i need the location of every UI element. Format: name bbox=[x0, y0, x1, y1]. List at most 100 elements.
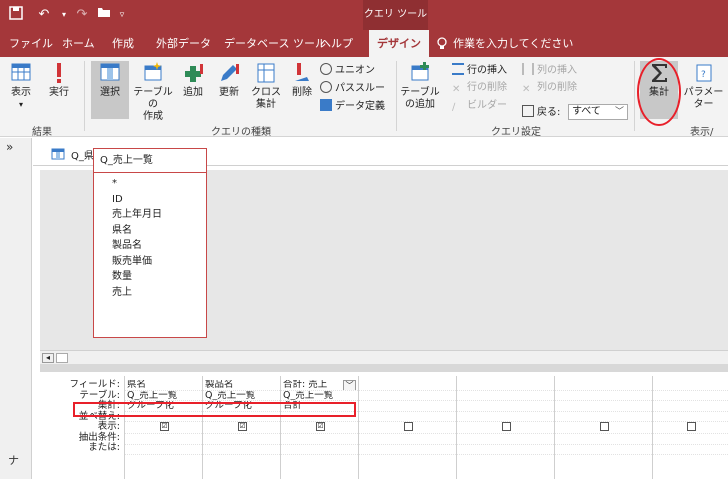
undo-icon[interactable]: ↶ bbox=[36, 6, 52, 24]
nav-expand-chevron[interactable]: » bbox=[6, 140, 13, 154]
parameters-button[interactable]: ? パラメーター bbox=[679, 61, 728, 119]
show-checkbox[interactable] bbox=[502, 422, 511, 431]
tab-design[interactable]: デザイン bbox=[369, 30, 429, 57]
field-item[interactable]: * bbox=[94, 176, 206, 192]
field-cell[interactable] bbox=[653, 380, 728, 391]
show-cell[interactable]: ☑ bbox=[125, 422, 202, 434]
table-cell[interactable]: Q_売上一覧 bbox=[125, 391, 202, 401]
tell-me-input[interactable]: 作業を入力してください bbox=[453, 30, 573, 57]
tab-external-data[interactable]: 外部データ bbox=[156, 30, 211, 57]
show-cell[interactable]: ☑ bbox=[203, 422, 280, 434]
tab-file[interactable]: ファイル bbox=[9, 30, 53, 57]
total-cell[interactable] bbox=[359, 401, 456, 412]
delete-rows-button[interactable]: ✕ 行の削除 bbox=[452, 81, 507, 95]
grid-column[interactable] bbox=[456, 376, 554, 479]
grid-column[interactable]: 製品名 Q_売上一覧 グループ化 ☑ bbox=[202, 376, 280, 479]
show-checkbox[interactable] bbox=[600, 422, 609, 431]
criteria-cell[interactable] bbox=[125, 434, 202, 445]
or-cell[interactable] bbox=[457, 445, 554, 455]
criteria-cell[interactable] bbox=[359, 434, 456, 445]
or-cell[interactable] bbox=[125, 445, 202, 455]
table-cell[interactable] bbox=[457, 391, 554, 401]
chevron-down-icon[interactable]: ﹀ bbox=[343, 380, 356, 390]
tab-help[interactable]: ヘルプ bbox=[320, 30, 353, 57]
tab-database-tools[interactable]: データベース ツール bbox=[224, 30, 326, 57]
field-item[interactable]: 販売単価 bbox=[94, 254, 206, 270]
customize-qat-icon[interactable]: ▿ bbox=[116, 6, 128, 24]
undo-dropdown-icon[interactable]: ▾ bbox=[58, 6, 70, 24]
table-cell[interactable]: Q_売上一覧 bbox=[203, 391, 280, 401]
open-folder-icon[interactable] bbox=[96, 6, 112, 24]
pane-splitter[interactable] bbox=[40, 364, 728, 372]
sort-cell[interactable] bbox=[359, 412, 456, 422]
field-cell[interactable] bbox=[555, 380, 652, 391]
total-cell[interactable] bbox=[457, 401, 554, 412]
sort-cell[interactable] bbox=[653, 412, 728, 422]
append-button[interactable]: 追加 bbox=[176, 61, 210, 119]
show-cell[interactable] bbox=[653, 422, 728, 434]
tab-create[interactable]: 作成 bbox=[112, 30, 134, 57]
field-cell[interactable] bbox=[359, 380, 456, 391]
total-cell[interactable] bbox=[555, 401, 652, 412]
or-cell[interactable] bbox=[555, 445, 652, 455]
field-item[interactable]: 製品名 bbox=[94, 238, 206, 254]
select-query-button[interactable]: 選択 bbox=[91, 61, 129, 119]
view-button[interactable]: 表示 ▾ bbox=[4, 61, 38, 119]
sort-cell[interactable] bbox=[457, 412, 554, 422]
insert-columns-button[interactable]: 列の挿入 bbox=[522, 63, 577, 78]
make-table-button[interactable]: テーブルの 作成 bbox=[131, 61, 175, 122]
union-button[interactable]: ユニオン bbox=[320, 63, 375, 78]
scroll-left-arrow-icon[interactable]: ◂ bbox=[42, 353, 54, 363]
show-checkbox[interactable]: ☑ bbox=[238, 422, 247, 431]
field-cell[interactable]: 合計: 売上 ﹀ bbox=[281, 380, 358, 391]
table-cell[interactable] bbox=[359, 391, 456, 401]
redo-icon[interactable]: ↷ bbox=[74, 6, 90, 24]
grid-column[interactable] bbox=[554, 376, 652, 479]
update-button[interactable]: 更新 bbox=[212, 61, 246, 119]
field-cell[interactable]: 製品名 bbox=[203, 380, 280, 391]
show-checkbox[interactable]: ☑ bbox=[160, 422, 169, 431]
criteria-cell[interactable] bbox=[555, 434, 652, 445]
criteria-cell[interactable] bbox=[281, 434, 358, 445]
or-cell[interactable] bbox=[203, 445, 280, 455]
show-cell[interactable] bbox=[457, 422, 554, 434]
insert-rows-button[interactable]: 行の挿入 bbox=[452, 63, 507, 78]
builder-button[interactable]: ∕ ビルダー bbox=[452, 99, 507, 113]
field-cell[interactable]: 県名 bbox=[125, 380, 202, 391]
passthrough-button[interactable]: パススルー bbox=[320, 81, 385, 96]
delete-columns-button[interactable]: ✕ 列の削除 bbox=[522, 81, 577, 95]
field-item[interactable]: 売上年月日 bbox=[94, 207, 206, 223]
save-icon[interactable] bbox=[8, 6, 24, 24]
criteria-cell[interactable] bbox=[203, 434, 280, 445]
grid-column[interactable] bbox=[358, 376, 456, 479]
or-cell[interactable] bbox=[359, 445, 456, 455]
data-definition-button[interactable]: データ定義 bbox=[320, 99, 385, 114]
grid-column[interactable]: 合計: 売上 ﹀ Q_売上一覧 合計 ☑ bbox=[280, 376, 358, 479]
table-cell[interactable] bbox=[555, 391, 652, 401]
tab-home[interactable]: ホーム bbox=[62, 30, 95, 57]
show-checkbox[interactable] bbox=[687, 422, 696, 431]
total-cell[interactable] bbox=[653, 401, 728, 412]
or-cell[interactable] bbox=[281, 445, 358, 455]
grid-column[interactable]: 県名 Q_売上一覧 グループ化 ☑ bbox=[124, 376, 202, 479]
field-item[interactable]: 県名 bbox=[94, 223, 206, 239]
horizontal-scrollbar[interactable]: ◂ bbox=[40, 350, 728, 364]
field-cell[interactable] bbox=[457, 380, 554, 391]
show-table-button[interactable]: テーブル の追加 bbox=[400, 61, 440, 119]
grid-column[interactable] bbox=[652, 376, 728, 479]
criteria-cell[interactable] bbox=[653, 434, 728, 445]
field-list-box[interactable]: Q_売上一覧 * ID 売上年月日 県名 製品名 販売単価 数量 売上 bbox=[93, 148, 207, 338]
table-cell[interactable] bbox=[653, 391, 728, 401]
show-cell[interactable]: ☑ bbox=[281, 422, 358, 434]
field-item[interactable]: ID bbox=[94, 192, 206, 208]
scroll-thumb[interactable] bbox=[56, 353, 68, 363]
crosstab-button[interactable]: クロス 集計 bbox=[248, 61, 284, 119]
return-select[interactable]: すべて ﹀ bbox=[568, 104, 628, 120]
show-checkbox[interactable] bbox=[404, 422, 413, 431]
nav-pane-label[interactable]: ナ bbox=[8, 452, 19, 468]
show-cell[interactable] bbox=[555, 422, 652, 434]
or-cell[interactable] bbox=[653, 445, 728, 455]
delete-query-button[interactable]: 削除 bbox=[286, 61, 318, 119]
table-cell[interactable]: Q_売上一覧 bbox=[281, 391, 358, 401]
field-item[interactable]: 数量 bbox=[94, 269, 206, 285]
